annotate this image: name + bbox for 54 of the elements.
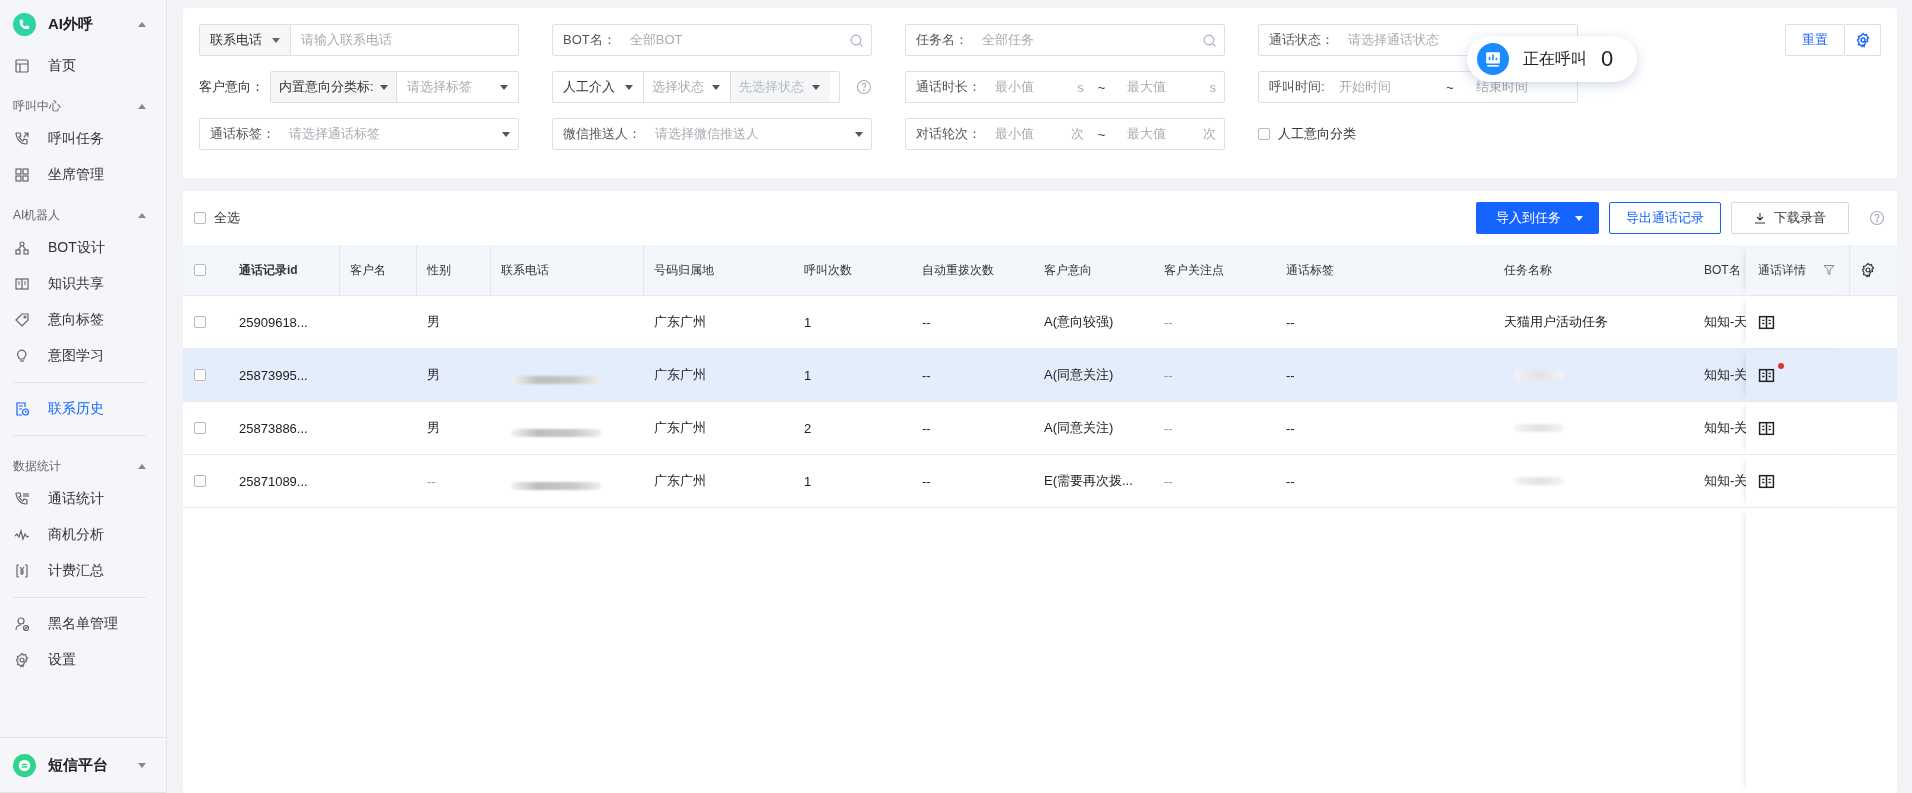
table-cell: 男: [427, 313, 440, 331]
section-title: 呼叫中心: [13, 98, 61, 115]
table-cell: 知知-关: [1704, 419, 1746, 437]
section-title: AI机器人: [13, 207, 61, 224]
table-cell: 2: [804, 420, 812, 436]
field-label: 客户意向：: [199, 78, 264, 96]
column-header: 自动重拨次数: [922, 261, 994, 279]
column-header: BOT名: [1704, 261, 1741, 279]
column-header: 通话标签: [1286, 261, 1334, 279]
table-cell: --: [1164, 367, 1173, 383]
column-header: 客户名: [350, 261, 386, 279]
table-cell: 知知-天: [1704, 313, 1746, 331]
table-cell: 广东广州: [654, 472, 706, 490]
column-header: 任务名称: [1504, 261, 1552, 279]
table-cell: --: [1286, 367, 1295, 383]
table-cell: 知知-关: [1704, 366, 1746, 384]
table-cell: E(需要再次拨...: [1044, 472, 1133, 490]
table-cell: A(意向较强): [1044, 313, 1114, 331]
column-header: 号码归属地: [654, 261, 714, 279]
table-cell: 1: [804, 367, 812, 383]
table-cell: 男: [427, 419, 440, 437]
table-cell: 知知-关: [1704, 472, 1746, 490]
table-cell: 25873995...: [239, 367, 308, 383]
column-header: 呼叫次数: [804, 261, 852, 279]
table-cell: 25871089...: [239, 473, 308, 489]
table-cell: 1: [804, 473, 812, 489]
column-header: 通话详情: [1758, 261, 1806, 279]
table-cell: --: [1164, 420, 1173, 436]
table-cell: 天猫用户活动任务: [1504, 313, 1608, 331]
table-cell: --: [1286, 420, 1295, 436]
column-header: 通话记录id: [239, 261, 298, 279]
table-cell: 广东广州: [654, 419, 706, 437]
table-cell: 广东广州: [654, 313, 706, 331]
column-header: 联系电话: [501, 261, 549, 279]
column-header: 性别: [427, 261, 451, 279]
table-cell: --: [427, 473, 436, 489]
table-cell: --: [922, 473, 931, 489]
table-cell: --: [1286, 473, 1295, 489]
table-cell: --: [922, 367, 931, 383]
table-cell: --: [922, 420, 931, 436]
table-cell: A(同意关注): [1044, 366, 1114, 384]
table-cell: 1: [804, 314, 812, 330]
table-cell: 25873886...: [239, 420, 308, 436]
column-header: 客户意向: [1044, 261, 1092, 279]
table-cell: A(同意关注): [1044, 419, 1114, 437]
column-header: 客户关注点: [1164, 261, 1224, 279]
table-cell: --: [1286, 314, 1295, 330]
table-cell: 25909618...: [239, 314, 308, 330]
table-cell: 广东广州: [654, 366, 706, 384]
table-cell: --: [1164, 314, 1173, 330]
table-cell: 男: [427, 366, 440, 384]
section-title: 数据统计: [13, 458, 61, 475]
table-cell: --: [922, 314, 931, 330]
table-cell: --: [1164, 473, 1173, 489]
